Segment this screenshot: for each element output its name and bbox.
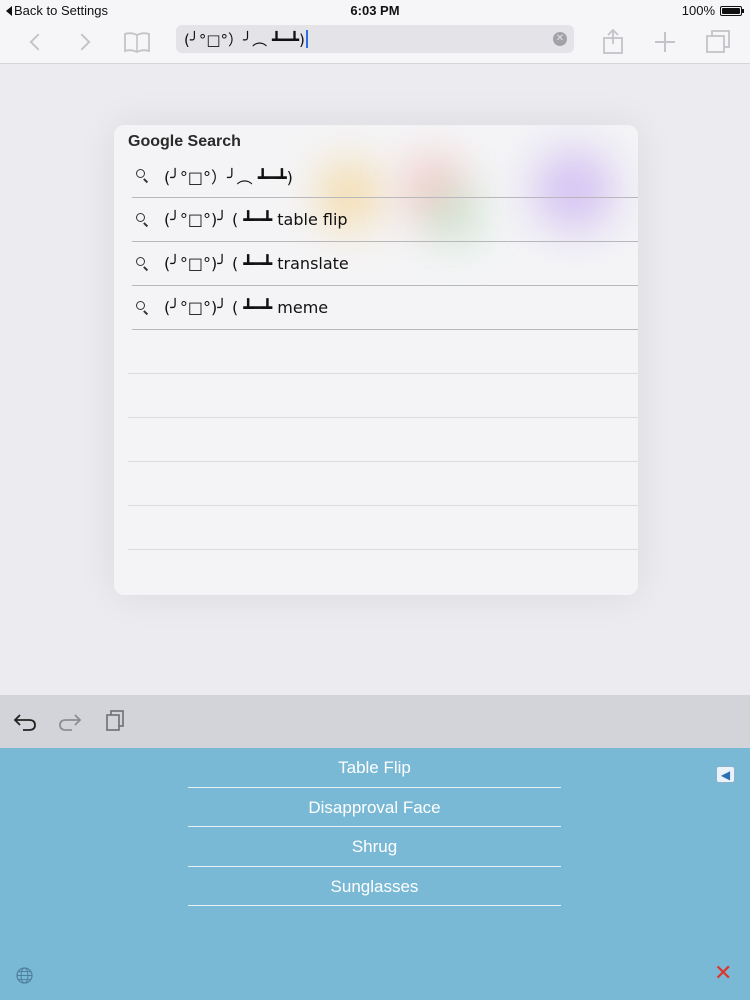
suggestion-row[interactable]: (╯°□°)╯ ( ┻━┻ translate — [132, 242, 638, 286]
suggestion-row[interactable]: (╯°□°）╯︵ ┻━┻) — [132, 154, 638, 198]
status-bar: Back to Settings 6:03 PM 100% — [0, 0, 750, 20]
return-icon[interactable]: ◀ — [716, 766, 735, 783]
popover-title: Google Search — [128, 133, 241, 150]
clipboard-icon[interactable] — [102, 709, 128, 733]
emoticon-keyboard: Table Flip Disapproval Face Shrug Sungla… — [0, 748, 750, 1000]
tabs-icon[interactable] — [704, 20, 732, 64]
battery-percent: 100% — [681, 3, 715, 18]
empty-row — [128, 330, 638, 374]
search-icon — [136, 168, 150, 183]
address-text: (╯°□°）╯︵ ┻━┻) — [184, 30, 305, 49]
empty-row — [128, 418, 638, 462]
suggestion-text: (╯°□°）╯︵ ┻━┻) — [164, 167, 293, 187]
book-icon[interactable] — [122, 20, 152, 64]
suggestion-text: (╯°□°)╯ ( ┻━┻ table flip — [164, 210, 348, 229]
keyboard-shortcut-bar — [0, 695, 750, 748]
empty-row — [128, 374, 638, 418]
plus-icon[interactable] — [652, 20, 678, 64]
search-suggestions-popover: Google Search (╯°□°）╯︵ ┻━┻) (╯°□°)╯ ( ┻━… — [114, 125, 638, 595]
empty-row — [128, 506, 638, 550]
chevron-left-icon[interactable] — [22, 20, 48, 64]
redo-icon[interactable] — [57, 709, 83, 733]
status-time: 6:03 PM — [350, 3, 400, 18]
suggestion-text: (╯°□°)╯ ( ┻━┻ meme — [164, 298, 329, 317]
page-content: Google Search (╯°□°）╯︵ ┻━┻) (╯°□°)╯ ( ┻━… — [0, 65, 750, 695]
clear-icon[interactable]: ✕ — [553, 32, 567, 46]
text-cursor — [305, 30, 308, 48]
browser-toolbar: (╯°□°）╯︵ ┻━┻) ✕ — [0, 20, 750, 64]
emoticon-list: Table Flip Disapproval Face Shrug Sungla… — [188, 748, 561, 906]
keyboard-item-shrug[interactable]: Shrug — [188, 827, 561, 867]
address-bar[interactable]: (╯°□°）╯︵ ┻━┻) ✕ — [176, 25, 574, 53]
suggestion-row[interactable]: (╯°□°)╯ ( ┻━┻ table flip — [132, 198, 638, 242]
battery-status: 100% — [681, 3, 744, 18]
search-icon — [136, 212, 150, 227]
suggestion-list: (╯°□°）╯︵ ┻━┻) (╯°□°)╯ ( ┻━┻ table flip (… — [128, 154, 638, 594]
undo-icon[interactable] — [12, 709, 38, 733]
empty-row — [128, 550, 638, 594]
battery-icon — [720, 5, 744, 16]
search-icon — [136, 300, 150, 315]
search-icon — [136, 256, 150, 271]
suggestion-row[interactable]: (╯°□°)╯ ( ┻━┻ meme — [132, 286, 638, 330]
empty-row — [128, 462, 638, 506]
share-icon[interactable] — [600, 20, 626, 64]
chevron-right-icon[interactable] — [72, 20, 98, 64]
suggestion-text: (╯°□°)╯ ( ┻━┻ translate — [164, 254, 349, 273]
keyboard-item-disapproval-face[interactable]: Disapproval Face — [188, 788, 561, 827]
close-icon[interactable]: ✕ — [714, 962, 732, 984]
globe-icon[interactable] — [16, 967, 33, 984]
keyboard-item-table-flip[interactable]: Table Flip — [188, 748, 561, 788]
keyboard-item-sunglasses[interactable]: Sunglasses — [188, 867, 561, 906]
